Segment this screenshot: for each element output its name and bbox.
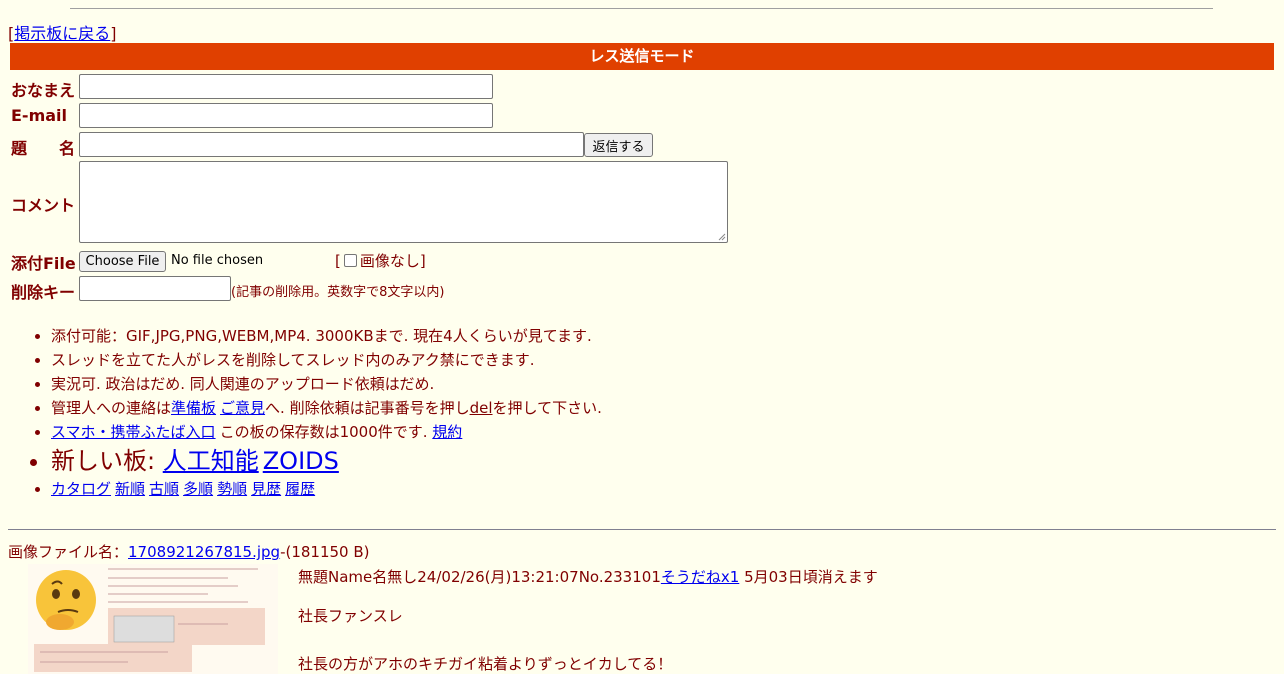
back-link-wrapper: [掲示板に戻る]: [8, 20, 117, 44]
post-file-link[interactable]: 1708921267815.jpg: [128, 543, 280, 561]
subject-label: 題 名: [11, 139, 76, 158]
sort-links: カタログ新順古順多順勢順見歴履歴: [51, 477, 602, 501]
new-boards-label: 新しい板:: [51, 447, 156, 475]
no-image-label: 画像なし: [359, 252, 420, 270]
delete-key-label: 削除キー: [11, 283, 76, 302]
delete-key-note: (記事の削除用。英数字で8文字以内): [231, 285, 445, 300]
top-divider: [70, 8, 1213, 9]
terms-link[interactable]: 規約: [432, 423, 462, 441]
post-header: 無題Name名無し24/02/26(月)13:21:07No.233101そうだ…: [298, 566, 878, 587]
file-info-label: 画像ファイル名：: [8, 543, 129, 561]
file-label: 添付File: [11, 254, 76, 273]
view-history-link[interactable]: 見歴: [251, 480, 281, 498]
expiry-notice: 5月03日頃消えます: [744, 568, 878, 586]
sort-many-link[interactable]: 多順: [183, 480, 213, 498]
delete-request-tail: を押して下さい.: [492, 399, 602, 417]
reply-submit-button[interactable]: 返信する: [584, 133, 653, 157]
prep-board-link[interactable]: 準備板: [171, 399, 216, 417]
note-contact: 管理人への連絡は準備板ご意見へ. 削除依頼は記事番号を押しdelを押して下さい.: [51, 396, 602, 420]
contact-text: 管理人への連絡は: [51, 399, 172, 417]
section-divider: [8, 529, 1276, 530]
note-attachments: 添付可能：GIF,JPG,PNG,WEBM,MP4. 3000KBまで. 現在4…: [51, 324, 602, 348]
delete-key-input[interactable]: [79, 276, 231, 301]
ai-board-link[interactable]: 人工知能: [163, 447, 259, 475]
mobile-entrance-link[interactable]: スマホ・携帯ふたば入口: [51, 423, 216, 441]
post-thumbnail[interactable]: [28, 564, 278, 674]
resize-handle-icon[interactable]: [718, 233, 726, 241]
post-file-info: 画像ファイル名：1708921267815.jpg-(181150 B): [8, 541, 370, 562]
comment-label: コメント: [11, 196, 76, 215]
soudane-button[interactable]: そうだねx1: [661, 568, 739, 586]
zoids-board-link[interactable]: ZOIDS: [263, 447, 339, 475]
sort-old-link[interactable]: 古順: [149, 480, 179, 498]
email-label: E-mail: [11, 106, 68, 125]
sort-new-link[interactable]: 新順: [115, 480, 145, 498]
choose-file-button[interactable]: Choose File: [79, 251, 166, 272]
post-body-line: 社長ファンスレ: [298, 607, 403, 625]
delete-request-text: へ. 削除依頼は記事番号を押し: [265, 399, 470, 417]
no-file-status: No file chosen: [171, 253, 264, 268]
note-thread-ban: スレッドを立てた人がレスを削除してスレッド内のみアク禁にできます.: [51, 348, 602, 372]
sort-momentum-link[interactable]: 勢順: [217, 480, 247, 498]
no-image-checkbox[interactable]: [343, 254, 357, 267]
note-mobile: スマホ・携帯ふたば入口この板の保存数は1000件です. 規約: [51, 420, 602, 444]
bracket-close: ]: [110, 24, 117, 43]
reply-mode-banner: レス送信モード: [10, 43, 1274, 70]
storage-text: この板の保存数は1000件です.: [219, 423, 428, 441]
feedback-link[interactable]: ご意見: [220, 399, 265, 417]
note-new-boards: 新しい板: 人工知能ZOIDS: [51, 446, 602, 477]
board-notes-list: 添付可能：GIF,JPG,PNG,WEBM,MP4. 3000KBまで. 現在4…: [28, 324, 602, 501]
catalog-link[interactable]: カタログ: [51, 480, 111, 498]
del-word: del: [469, 399, 493, 417]
no-image-option: [画像なし]: [335, 251, 426, 271]
post-meta: 無題Name名無し24/02/26(月)13:21:07No.233101: [298, 568, 661, 586]
name-label: おなまえ: [11, 81, 76, 100]
email-input[interactable]: [79, 103, 493, 128]
file-size: -(181150 B): [280, 543, 370, 561]
name-input[interactable]: [79, 74, 493, 99]
post-body-line: 社長の方がアホのキチガイ粘着よりずっとイカしてる！: [298, 655, 673, 673]
post-history-link[interactable]: 履歴: [285, 480, 315, 498]
thumbnail-image: [28, 564, 278, 674]
back-to-board-link[interactable]: 掲示板に戻る: [14, 24, 110, 43]
subject-input[interactable]: [79, 132, 584, 157]
note-rules: 実況可. 政治はだめ. 同人関連のアップロード依頼はだめ.: [51, 372, 602, 396]
comment-textarea[interactable]: [79, 161, 728, 243]
